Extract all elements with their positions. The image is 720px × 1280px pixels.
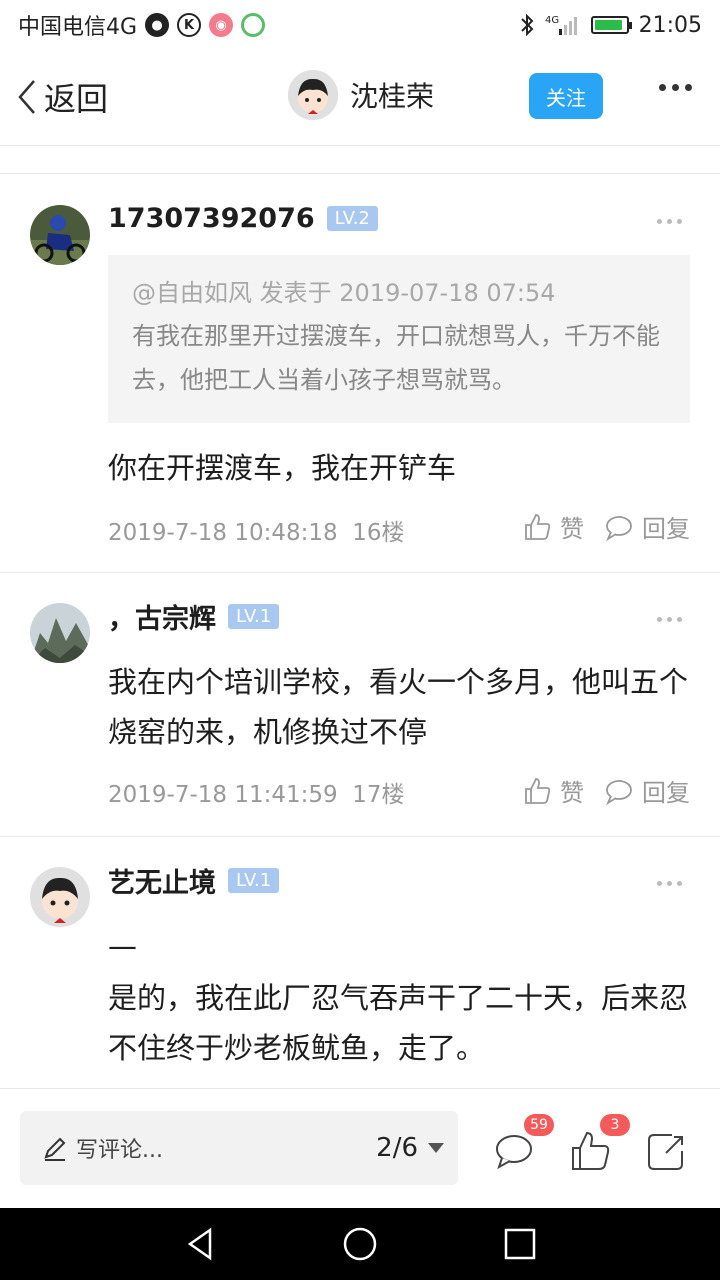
reply-button[interactable]: 回复 xyxy=(604,773,690,808)
like-button[interactable]: 赞 xyxy=(522,773,584,808)
comment-count-badge: 59 xyxy=(524,1114,554,1136)
comment-body: 是的，我在此厂忍气吞声干了二十天，后来忍不住终于炒老板鱿鱼，走了。 xyxy=(108,981,689,1065)
comment-floor: 17楼 xyxy=(352,782,405,808)
comment-actions: 赞 回复 xyxy=(522,773,690,808)
more-options-button[interactable] xyxy=(659,84,692,91)
dot-icon xyxy=(667,219,672,224)
page-indicator: 2/6 xyxy=(376,1133,418,1163)
thumbs-up-icon xyxy=(525,513,551,540)
comments-icon[interactable] xyxy=(492,1129,536,1173)
share-icon[interactable] xyxy=(644,1129,688,1173)
system-nav-bar xyxy=(0,1208,720,1280)
dot-icon xyxy=(667,617,672,622)
recents-square-icon[interactable] xyxy=(502,1226,538,1262)
comment-header: 17307392076 LV.2 xyxy=(108,203,378,234)
svg-text:4G: 4G xyxy=(545,15,559,26)
comment-username[interactable]: ，古宗辉 xyxy=(108,597,216,636)
dot-icon xyxy=(677,617,682,622)
weibo-icon: ◉ xyxy=(209,13,234,37)
dot-icon xyxy=(657,881,662,886)
comment-datetime: 2019-7-18 11:41:59 xyxy=(108,782,338,808)
speech-bubble-icon xyxy=(606,779,632,805)
like-count-badge: 3 xyxy=(600,1114,630,1136)
colorful-app-icon xyxy=(241,13,266,37)
avatar xyxy=(288,70,338,120)
nav-user[interactable]: 沈桂荣 xyxy=(288,70,434,120)
dot-icon xyxy=(657,617,662,622)
comment-more-button[interactable] xyxy=(657,617,682,622)
app-notification-icon: ● xyxy=(145,13,170,37)
thumbs-up-icon xyxy=(525,777,551,804)
back-label: 返回 xyxy=(44,80,109,118)
comment-item: ，古宗辉 LV.1 我在内个培训学校，看火一个多月，他叫五个烧窑的来，机修换过不… xyxy=(0,573,720,837)
comment-meta: 2019-7-18 11:41:59 17楼 xyxy=(108,775,405,809)
quote-text: 有我在那里开过摆渡车，开口就想骂人，千万不能去，他把工人当着小孩子想骂就骂。 xyxy=(132,322,660,394)
reply-label: 回复 xyxy=(642,779,690,807)
like-label: 赞 xyxy=(560,779,584,807)
comment-header: ，古宗辉 LV.1 xyxy=(108,597,280,636)
thumbs-up-icon[interactable] xyxy=(568,1129,612,1173)
dot-icon xyxy=(677,219,682,224)
dot-icon xyxy=(677,881,682,886)
speech-bubble-icon xyxy=(606,515,632,541)
caret-down-icon xyxy=(428,1143,444,1153)
carrier-label: 中国电信4G xyxy=(18,15,138,40)
pencil-icon xyxy=(44,1137,66,1161)
clock: 21:05 xyxy=(638,12,702,38)
home-circle-icon[interactable] xyxy=(342,1226,378,1262)
like-label: 赞 xyxy=(560,515,584,543)
reply-label: 回复 xyxy=(642,515,690,543)
level-badge: LV.2 xyxy=(326,206,378,231)
comment-placeholder: 写评论... xyxy=(76,1138,163,1163)
divider xyxy=(0,146,720,174)
comment-more-button[interactable] xyxy=(657,219,682,224)
comment-header: 艺无止境 LV.1 xyxy=(108,861,280,900)
nav-bar: 返回 沈桂荣 关注 xyxy=(0,50,720,146)
follow-button[interactable]: 关注 xyxy=(529,73,603,119)
avatar[interactable] xyxy=(30,205,90,265)
bluetooth-icon xyxy=(520,13,534,37)
dot-icon xyxy=(672,84,679,91)
dot-icon xyxy=(685,84,692,91)
write-comment-input[interactable]: 写评论... 2/6 xyxy=(20,1111,458,1185)
comment-body: 你在开摆渡车，我在开铲车 xyxy=(108,451,457,485)
comment-meta: 2019-7-18 10:48:18 16楼 xyxy=(108,513,405,547)
battery-icon xyxy=(590,16,632,34)
avatar[interactable] xyxy=(30,867,90,927)
comment-item: 艺无止境 LV.1 — 是的，我在此厂忍气吞声干了二十天，后来忍不住终于炒老板鱿… xyxy=(0,837,720,1088)
chevron-left-icon xyxy=(18,80,35,114)
like-button[interactable]: 赞 xyxy=(522,509,584,544)
k-app-icon: K xyxy=(177,13,202,37)
back-triangle-icon[interactable] xyxy=(182,1226,218,1262)
comment-floor: 16楼 xyxy=(352,520,405,546)
dot-icon xyxy=(659,84,666,91)
status-bar: 中国电信4G ● K ◉ 4G 21:05 xyxy=(0,0,720,50)
dot-icon xyxy=(657,219,662,224)
quote-meta: @自由如风 发表于 2019-07-18 07:54 xyxy=(132,279,556,307)
dot-icon xyxy=(667,881,672,886)
comment-username[interactable]: 17307392076 xyxy=(108,203,315,234)
comment-body-dash: — xyxy=(108,929,137,963)
bottom-bar: 写评论... 2/6 59 3 xyxy=(0,1088,720,1208)
page-selector[interactable]: 2/6 xyxy=(376,1133,444,1163)
quoted-comment[interactable]: @自由如风 发表于 2019-07-18 07:54 有我在那里开过摆渡车，开口… xyxy=(108,255,690,423)
comment-item: 17307392076 LV.2 @自由如风 发表于 2019-07-18 07… xyxy=(0,175,720,573)
reply-button[interactable]: 回复 xyxy=(604,509,690,544)
comment-actions: 赞 回复 xyxy=(522,509,690,544)
nav-user-name: 沈桂荣 xyxy=(350,80,435,113)
signal-icon: 4G xyxy=(545,15,577,35)
comment-more-button[interactable] xyxy=(657,881,682,886)
comment-username[interactable]: 艺无止境 xyxy=(108,861,216,900)
back-button[interactable]: 返回 xyxy=(14,74,108,120)
comment-datetime: 2019-7-18 10:48:18 xyxy=(108,520,338,546)
level-badge: LV.1 xyxy=(228,868,280,893)
level-badge: LV.1 xyxy=(228,604,280,629)
avatar[interactable] xyxy=(30,603,90,663)
comment-body: 我在内个培训学校，看火一个多月，他叫五个烧窑的来，机修换过不停 xyxy=(108,665,689,749)
